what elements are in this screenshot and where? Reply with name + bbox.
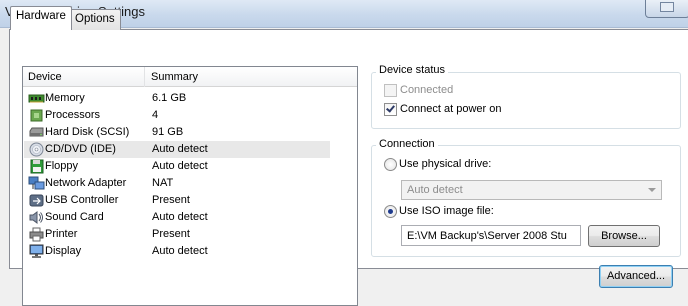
column-header-device[interactable]: Device: [28, 71, 62, 83]
display-icon: [28, 244, 45, 259]
close-button[interactable]: [645, 0, 688, 18]
device-name: Sound Card: [45, 211, 104, 223]
device-row-processors[interactable]: Processors 4: [24, 107, 330, 124]
connect-at-power-on-label: Connect at power on: [400, 103, 502, 115]
device-row-hard-disk[interactable]: Hard Disk (SCSI) 91 GB: [24, 124, 330, 141]
connection-title: Connection: [376, 138, 438, 150]
processor-icon: [28, 108, 45, 123]
connect-at-power-on-checkbox[interactable]: [384, 103, 397, 116]
connected-label: Connected: [400, 84, 454, 96]
column-divider[interactable]: [144, 67, 145, 87]
device-status-group: [371, 72, 681, 129]
iso-path-value: E:\VM Backup's\Server 2008 Stu: [407, 230, 567, 242]
device-summary: Auto detect: [152, 211, 208, 223]
device-summary: Auto detect: [152, 245, 208, 257]
device-row-memory[interactable]: Memory 6.1 GB: [24, 90, 330, 107]
iso-path-input[interactable]: E:\VM Backup's\Server 2008 Stu: [401, 225, 581, 246]
device-summary: Auto detect: [152, 143, 208, 155]
device-name: USB Controller: [45, 194, 119, 206]
sound-card-icon: [28, 210, 45, 225]
connected-checkbox[interactable]: [384, 84, 397, 97]
device-name: Floppy: [45, 160, 79, 172]
advanced-button[interactable]: Advanced...: [599, 265, 673, 288]
device-name: Display: [45, 245, 82, 257]
browse-button[interactable]: Browse...: [588, 225, 660, 247]
physical-drive-value: Auto detect: [407, 184, 463, 196]
device-row-usb-controller[interactable]: USB Controller Present: [24, 192, 330, 209]
device-summary: Present: [152, 194, 190, 206]
hard-disk-icon: [28, 125, 45, 140]
network-adapter-icon: [28, 176, 45, 191]
physical-drive-select[interactable]: Auto detect: [401, 180, 662, 200]
list-header: Device Summary: [23, 67, 357, 87]
use-physical-drive-radio[interactable]: [384, 158, 397, 171]
device-summary: Present: [152, 228, 190, 240]
device-row-display[interactable]: Display Auto detect: [24, 243, 330, 260]
device-name: Memory: [45, 92, 85, 104]
device-row-sound-card[interactable]: Sound Card Auto detect: [24, 209, 330, 226]
device-name: CD/DVD (IDE): [45, 143, 116, 155]
device-row-network-adapter[interactable]: Network Adapter NAT: [24, 175, 330, 192]
floppy-icon: [28, 159, 45, 174]
radio-selected-dot: [388, 209, 393, 214]
cd-dvd-icon: [28, 142, 45, 157]
device-row-printer[interactable]: Printer Present: [24, 226, 330, 243]
device-name: Network Adapter: [45, 177, 127, 189]
checkmark-icon: [386, 103, 395, 113]
device-summary: Auto detect: [152, 160, 208, 172]
device-summary: 91 GB: [152, 126, 184, 138]
device-status-title: Device status: [376, 64, 449, 76]
printer-icon: [28, 227, 45, 242]
chevron-down-icon: [648, 188, 656, 192]
device-list[interactable]: Device Summary Memory 6.1 GB Processors …: [22, 66, 358, 306]
usb-controller-icon: [28, 193, 45, 208]
memory-icon: [28, 91, 45, 106]
use-iso-image-label: Use ISO image file:: [399, 205, 494, 217]
device-row-floppy[interactable]: Floppy Auto detect: [24, 158, 330, 175]
use-iso-image-radio[interactable]: [384, 205, 397, 218]
tab-hardware[interactable]: Hardware: [10, 6, 72, 30]
tab-options[interactable]: Options: [69, 9, 121, 30]
device-name: Hard Disk (SCSI): [45, 126, 130, 138]
use-physical-drive-label: Use physical drive:: [399, 158, 492, 170]
device-name: Printer: [45, 228, 78, 240]
column-header-summary[interactable]: Summary: [151, 71, 198, 83]
close-icon: [660, 2, 674, 12]
device-summary: NAT: [152, 177, 174, 189]
device-summary: 4: [152, 109, 159, 121]
device-summary: 6.1 GB: [152, 92, 187, 104]
device-name: Processors: [45, 109, 101, 121]
device-row-cd-dvd[interactable]: CD/DVD (IDE) Auto detect: [24, 141, 330, 158]
